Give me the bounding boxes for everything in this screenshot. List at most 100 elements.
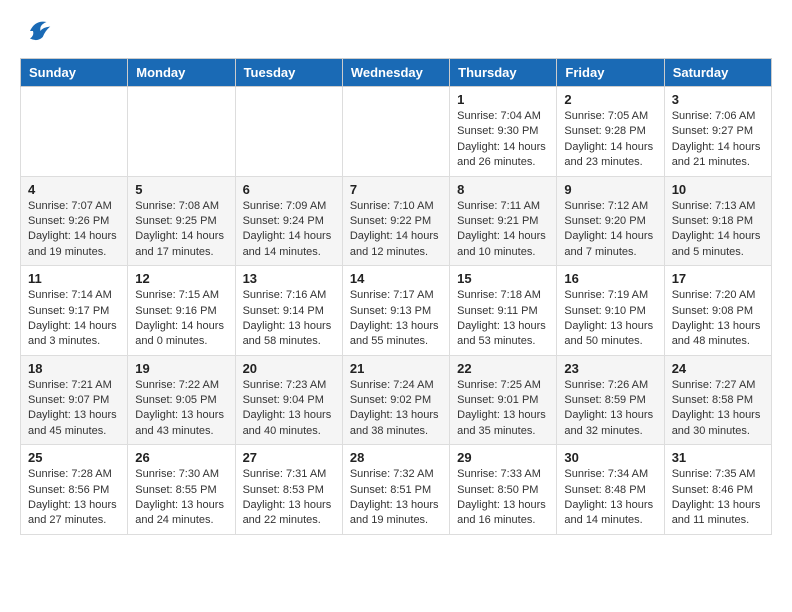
calendar-cell: 12 Sunrise: 7:15 AM Sunset: 9:16 PM Dayli… — [128, 266, 235, 356]
day-info: Sunrise: 7:33 AM Sunset: 8:50 PM Dayligh… — [457, 467, 549, 529]
day-info: Sunrise: 7:20 AM Sunset: 9:08 PM Dayligh… — [672, 288, 764, 350]
day-info: Sunrise: 7:08 AM Sunset: 9:25 PM Dayligh… — [135, 199, 227, 261]
weekday-header-monday: Monday — [128, 59, 235, 87]
day-info: Sunrise: 7:14 AM Sunset: 9:17 PM Dayligh… — [28, 288, 120, 350]
day-number: 18 — [28, 361, 120, 376]
day-number: 10 — [672, 182, 764, 197]
weekday-header-tuesday: Tuesday — [235, 59, 342, 87]
page: SundayMondayTuesdayWednesdayThursdayFrid… — [0, 0, 792, 551]
day-number: 28 — [350, 450, 442, 465]
day-number: 25 — [28, 450, 120, 465]
calendar-cell: 31 Sunrise: 7:35 AM Sunset: 8:46 PM Dayli… — [664, 445, 771, 535]
day-number: 1 — [457, 92, 549, 107]
calendar-cell: 11 Sunrise: 7:14 AM Sunset: 9:17 PM Dayli… — [21, 266, 128, 356]
day-info: Sunrise: 7:26 AM Sunset: 8:59 PM Dayligh… — [564, 378, 656, 440]
weekday-header-sunday: Sunday — [21, 59, 128, 87]
calendar-cell: 23Sunrise: 7:26 AM Sunset: 8:59 PM Dayli… — [557, 355, 664, 445]
day-info: Sunrise: 7:34 AM Sunset: 8:48 PM Dayligh… — [564, 467, 656, 529]
calendar-cell: 2 Sunrise: 7:05 AM Sunset: 9:28 PM Daylig… — [557, 87, 664, 177]
day-number: 12 — [135, 271, 227, 286]
day-info: Sunrise: 7:07 AM Sunset: 9:26 PM Dayligh… — [28, 199, 120, 261]
logo — [20, 16, 54, 46]
calendar-cell — [128, 87, 235, 177]
day-number: 2 — [564, 92, 656, 107]
calendar-cell: 10 Sunrise: 7:13 AM Sunset: 9:18 PM Dayli… — [664, 176, 771, 266]
calendar-week-3: 18Sunrise: 7:21 AM Sunset: 9:07 PM Dayli… — [21, 355, 772, 445]
calendar-cell: 28 Sunrise: 7:32 AM Sunset: 8:51 PM Dayli… — [342, 445, 449, 535]
day-number: 11 — [28, 271, 120, 286]
day-info: Sunrise: 7:19 AM Sunset: 9:10 PM Dayligh… — [564, 288, 656, 350]
day-number: 26 — [135, 450, 227, 465]
calendar-cell: 20Sunrise: 7:23 AM Sunset: 9:04 PM Dayli… — [235, 355, 342, 445]
day-info: Sunrise: 7:04 AM Sunset: 9:30 PM Dayligh… — [457, 109, 549, 171]
calendar-cell: 9 Sunrise: 7:12 AM Sunset: 9:20 PM Daylig… — [557, 176, 664, 266]
day-info: Sunrise: 7:17 AM Sunset: 9:13 PM Dayligh… — [350, 288, 442, 350]
calendar-cell — [342, 87, 449, 177]
calendar-cell: 27Sunrise: 7:31 AM Sunset: 8:53 PM Dayli… — [235, 445, 342, 535]
day-info: Sunrise: 7:10 AM Sunset: 9:22 PM Dayligh… — [350, 199, 442, 261]
day-number: 5 — [135, 182, 227, 197]
calendar-cell: 13 Sunrise: 7:16 AM Sunset: 9:14 PM Dayli… — [235, 266, 342, 356]
day-number: 15 — [457, 271, 549, 286]
weekday-header-saturday: Saturday — [664, 59, 771, 87]
calendar-cell: 8 Sunrise: 7:11 AM Sunset: 9:21 PM Daylig… — [450, 176, 557, 266]
day-info: Sunrise: 7:13 AM Sunset: 9:18 PM Dayligh… — [672, 199, 764, 261]
day-number: 24 — [672, 361, 764, 376]
calendar-cell: 24 Sunrise: 7:27 AM Sunset: 8:58 PM Dayli… — [664, 355, 771, 445]
calendar-cell: 22 Sunrise: 7:25 AM Sunset: 9:01 PM Dayli… — [450, 355, 557, 445]
weekday-header-row: SundayMondayTuesdayWednesdayThursdayFrid… — [21, 59, 772, 87]
day-number: 7 — [350, 182, 442, 197]
day-number: 31 — [672, 450, 764, 465]
day-number: 4 — [28, 182, 120, 197]
day-number: 13 — [243, 271, 335, 286]
day-number: 21 — [350, 361, 442, 376]
calendar-cell: 15 Sunrise: 7:18 AM Sunset: 9:11 PM Dayli… — [450, 266, 557, 356]
day-number: 8 — [457, 182, 549, 197]
calendar-week-1: 4 Sunrise: 7:07 AM Sunset: 9:26 PM Daylig… — [21, 176, 772, 266]
calendar-cell: 17 Sunrise: 7:20 AM Sunset: 9:08 PM Dayli… — [664, 266, 771, 356]
day-info: Sunrise: 7:15 AM Sunset: 9:16 PM Dayligh… — [135, 288, 227, 350]
day-info: Sunrise: 7:24 AM Sunset: 9:02 PM Dayligh… — [350, 378, 442, 440]
day-number: 6 — [243, 182, 335, 197]
calendar-week-0: 1 Sunrise: 7:04 AM Sunset: 9:30 PM Daylig… — [21, 87, 772, 177]
day-info: Sunrise: 7:25 AM Sunset: 9:01 PM Dayligh… — [457, 378, 549, 440]
calendar-cell: 25Sunrise: 7:28 AM Sunset: 8:56 PM Dayli… — [21, 445, 128, 535]
calendar-cell: 3 Sunrise: 7:06 AM Sunset: 9:27 PM Daylig… — [664, 87, 771, 177]
day-number: 22 — [457, 361, 549, 376]
day-number: 19 — [135, 361, 227, 376]
day-info: Sunrise: 7:30 AM Sunset: 8:55 PM Dayligh… — [135, 467, 227, 529]
weekday-header-thursday: Thursday — [450, 59, 557, 87]
calendar-cell: 4 Sunrise: 7:07 AM Sunset: 9:26 PM Daylig… — [21, 176, 128, 266]
day-number: 9 — [564, 182, 656, 197]
day-info: Sunrise: 7:11 AM Sunset: 9:21 PM Dayligh… — [457, 199, 549, 261]
weekday-header-wednesday: Wednesday — [342, 59, 449, 87]
day-info: Sunrise: 7:31 AM Sunset: 8:53 PM Dayligh… — [243, 467, 335, 529]
calendar-cell: 26 Sunrise: 7:30 AM Sunset: 8:55 PM Dayli… — [128, 445, 235, 535]
day-info: Sunrise: 7:16 AM Sunset: 9:14 PM Dayligh… — [243, 288, 335, 350]
calendar-cell: 1 Sunrise: 7:04 AM Sunset: 9:30 PM Daylig… — [450, 87, 557, 177]
day-info: Sunrise: 7:12 AM Sunset: 9:20 PM Dayligh… — [564, 199, 656, 261]
day-number: 30 — [564, 450, 656, 465]
calendar-cell: 19 Sunrise: 7:22 AM Sunset: 9:05 PM Dayli… — [128, 355, 235, 445]
day-info: Sunrise: 7:06 AM Sunset: 9:27 PM Dayligh… — [672, 109, 764, 171]
header — [20, 16, 772, 46]
day-number: 17 — [672, 271, 764, 286]
calendar-cell — [235, 87, 342, 177]
day-info: Sunrise: 7:35 AM Sunset: 8:46 PM Dayligh… — [672, 467, 764, 529]
day-number: 16 — [564, 271, 656, 286]
day-info: Sunrise: 7:27 AM Sunset: 8:58 PM Dayligh… — [672, 378, 764, 440]
calendar-cell: 30 Sunrise: 7:34 AM Sunset: 8:48 PM Dayli… — [557, 445, 664, 535]
weekday-header-friday: Friday — [557, 59, 664, 87]
calendar-table: SundayMondayTuesdayWednesdayThursdayFrid… — [20, 58, 772, 535]
day-info: Sunrise: 7:22 AM Sunset: 9:05 PM Dayligh… — [135, 378, 227, 440]
day-info: Sunrise: 7:32 AM Sunset: 8:51 PM Dayligh… — [350, 467, 442, 529]
day-info: Sunrise: 7:18 AM Sunset: 9:11 PM Dayligh… — [457, 288, 549, 350]
day-info: Sunrise: 7:09 AM Sunset: 9:24 PM Dayligh… — [243, 199, 335, 261]
day-number: 29 — [457, 450, 549, 465]
calendar-week-4: 25Sunrise: 7:28 AM Sunset: 8:56 PM Dayli… — [21, 445, 772, 535]
day-number: 3 — [672, 92, 764, 107]
day-number: 20 — [243, 361, 335, 376]
day-info: Sunrise: 7:05 AM Sunset: 9:28 PM Dayligh… — [564, 109, 656, 171]
calendar-cell: 6 Sunrise: 7:09 AM Sunset: 9:24 PM Daylig… — [235, 176, 342, 266]
calendar-cell: 5 Sunrise: 7:08 AM Sunset: 9:25 PM Daylig… — [128, 176, 235, 266]
